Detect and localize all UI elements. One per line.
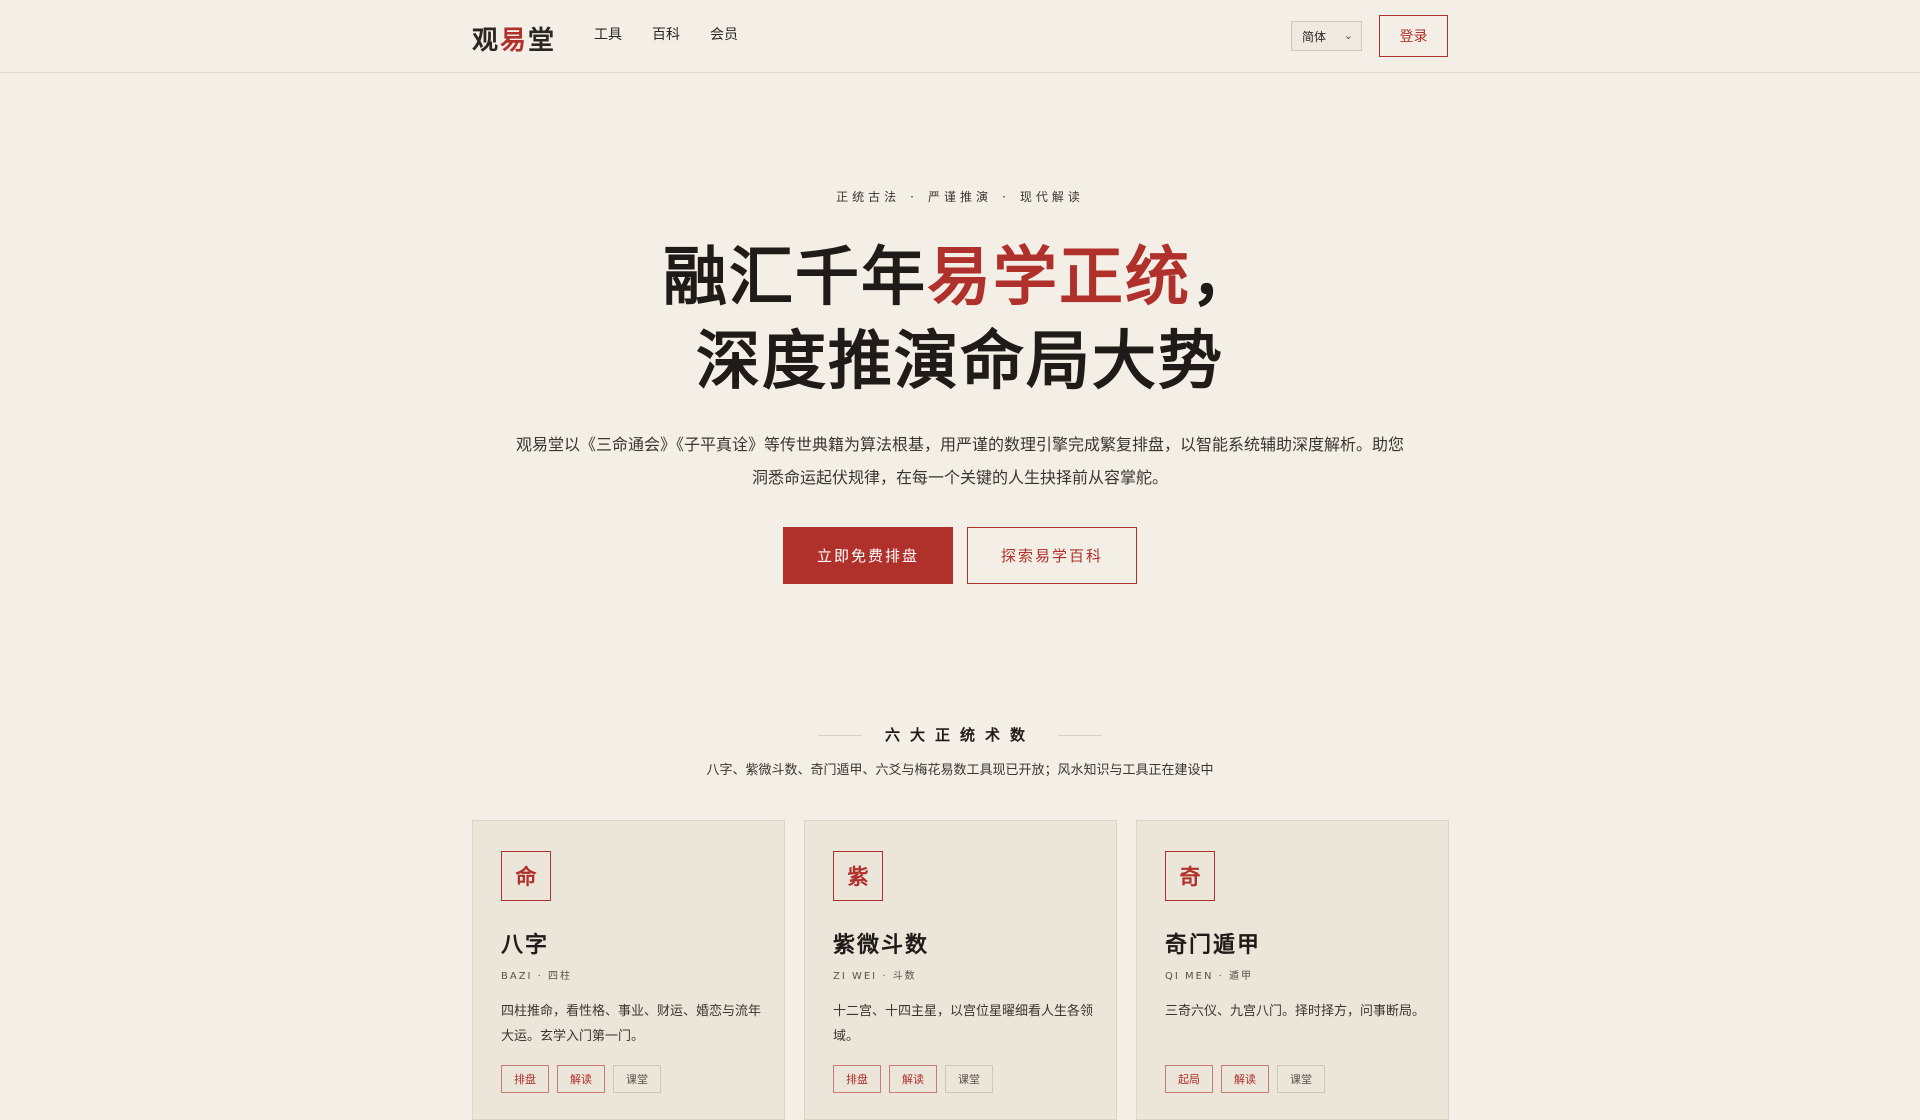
main-nav: 工具 百科 会员	[594, 24, 738, 44]
card-description: 三奇六仪、九宫八门。择时择方，问事断局。	[1165, 1004, 1426, 1019]
tag-reading[interactable]: 解读	[557, 1065, 605, 1093]
separator-dot: ·	[910, 190, 918, 204]
headline-line-2: 深度推演命局大势	[696, 324, 1224, 399]
hero-headline: 融汇千年易学正统， 深度推演命局大势	[0, 236, 1920, 404]
card-subtitle: BAZI · 四柱	[501, 971, 573, 982]
nav-item-wiki[interactable]: 百科	[652, 24, 680, 44]
card-tags: 排盘 解读 课堂	[833, 1065, 993, 1093]
language-select[interactable]: 简体 ⌄	[1291, 21, 1362, 51]
logo-char-3: 堂	[528, 26, 557, 56]
headline-suffix: ，	[1191, 240, 1257, 315]
tagline-item: 严谨推演	[927, 190, 992, 204]
chevron-down-icon: ⌄	[1343, 29, 1353, 42]
logo-char-2: 易	[500, 26, 529, 56]
card-tags: 起局 解读 课堂	[1165, 1065, 1325, 1093]
tag-chart[interactable]: 排盘	[501, 1065, 549, 1093]
tagline-item: 现代解读	[1019, 190, 1084, 204]
language-select-value: 简体	[1302, 29, 1327, 44]
card-ziwei[interactable]: 紫 紫微斗数 ZI WEI · 斗数 十二宫、十四主星，以宫位星曜细看人生各领域…	[804, 820, 1117, 1120]
card-title: 紫微斗数	[833, 932, 930, 958]
card-qimen[interactable]: 奇 奇门遁甲 QI MEN · 遁甲 三奇六仪、九宫八门。择时择方，问事断局。 …	[1136, 820, 1449, 1120]
tag-class[interactable]: 课堂	[1277, 1065, 1325, 1093]
separator-dot: ·	[1002, 190, 1010, 204]
card-title: 奇门遁甲	[1165, 932, 1262, 958]
card-title: 八字	[501, 932, 550, 958]
tag-class[interactable]: 课堂	[613, 1065, 661, 1093]
seal-icon: 奇	[1165, 851, 1215, 901]
tag-chart[interactable]: 排盘	[833, 1065, 881, 1093]
free-chart-button[interactable]: 立即免费排盘	[783, 527, 953, 584]
tag-setup[interactable]: 起局	[1165, 1065, 1213, 1093]
hero-tagline: 正统古法 · 严谨推演 · 现代解读	[0, 188, 1920, 205]
card-bazi[interactable]: 命 八字 BAZI · 四柱 四柱推命，看性格、事业、财运、婚恋与流年大运。玄学…	[472, 820, 785, 1120]
card-tags: 排盘 解读 课堂	[501, 1065, 661, 1093]
section-subtitle: 八字、紫微斗数、奇门遁甲、六爻与梅花易数工具现已开放；风水知识与工具正在建设中	[706, 763, 1214, 778]
tag-class[interactable]: 课堂	[945, 1065, 993, 1093]
top-header: 观易堂 工具 百科 会员 简体 ⌄ 登录	[0, 0, 1920, 73]
headline-prefix: 融汇千年	[663, 240, 927, 315]
card-subtitle: QI MEN · 遁甲	[1165, 971, 1253, 982]
nav-item-membership[interactable]: 会员	[710, 24, 738, 44]
tagline-item: 正统古法	[836, 190, 901, 204]
seal-icon: 紫	[833, 851, 883, 901]
section-title: 六大正统术数	[884, 726, 1035, 744]
explore-wiki-button[interactable]: 探索易学百科	[967, 527, 1137, 584]
tag-reading[interactable]: 解读	[889, 1065, 937, 1093]
seal-icon: 命	[501, 851, 551, 901]
card-description: 四柱推命，看性格、事业、财运、婚恋与流年大运。玄学入门第一门。	[501, 1004, 762, 1044]
card-description: 十二宫、十四主星，以宫位星曜细看人生各领域。	[833, 1004, 1094, 1044]
divider-right	[1058, 735, 1102, 736]
logo-char-1: 观	[472, 26, 501, 56]
nav-item-tools[interactable]: 工具	[594, 24, 622, 44]
headline-line-1: 融汇千年易学正统，	[0, 236, 1920, 320]
login-button[interactable]: 登录	[1379, 15, 1448, 57]
headline-accent: 易学正统	[927, 240, 1191, 315]
tag-reading[interactable]: 解读	[1221, 1065, 1269, 1093]
hero-intro: 观易堂以《三命通会》《子平真诠》等传世典籍为算法根基，用严谨的数理引擎完成繁复排…	[515, 435, 1404, 487]
card-subtitle: ZI WEI · 斗数	[833, 971, 917, 982]
site-logo[interactable]: 观易堂	[472, 20, 556, 57]
